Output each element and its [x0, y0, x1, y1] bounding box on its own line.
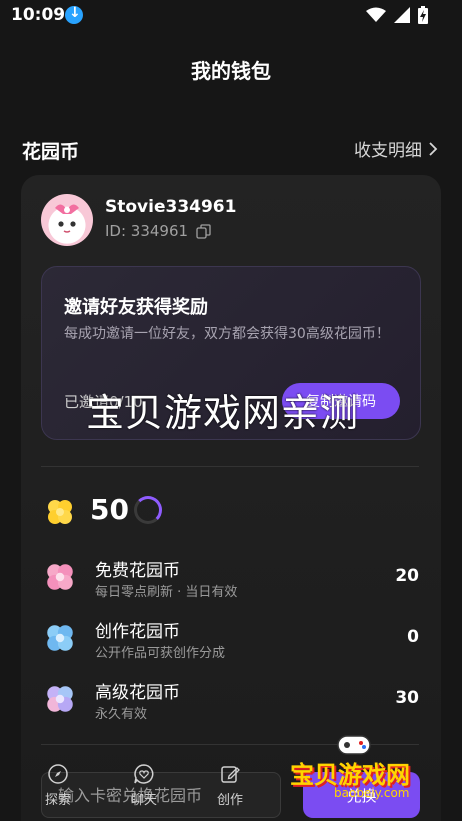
coin-flower-icon: [48, 500, 72, 524]
transaction-detail-link[interactable]: 收支明细: [354, 136, 438, 161]
coin-row-premium: 高级花园币 永久有效 30: [41, 678, 421, 732]
user-id: ID: 334961: [105, 222, 211, 240]
battery-icon: [418, 6, 428, 24]
nav-label: 探索: [44, 793, 71, 808]
nav-explore[interactable]: 探索: [28, 755, 88, 808]
status-icons: [366, 6, 428, 24]
chat-heart-icon: [134, 764, 154, 784]
coin-row-free: 免费花园币 每日零点刷新 · 当日有效 20: [41, 556, 421, 610]
free-coin-icon: [47, 564, 73, 590]
nav-label: 聊天: [130, 793, 157, 808]
watermark-logo-url: baobeiy.com: [334, 786, 410, 800]
chevron-right-icon: [429, 141, 438, 156]
section-title: 花园币: [22, 141, 80, 163]
nav-chat[interactable]: 聊天: [114, 755, 174, 808]
bottom-nav: 探索 聊天 创作: [0, 755, 290, 821]
premium-coin-icon: [47, 686, 73, 712]
watermark-logo-text: 宝贝游戏网: [290, 761, 410, 789]
creation-coin-icon: [47, 625, 73, 651]
divider: [41, 466, 419, 467]
username: Stovie334961: [105, 197, 237, 217]
avatar[interactable]: [41, 194, 93, 246]
nav-label: 创作: [216, 793, 243, 808]
coin-value: 20: [395, 566, 419, 586]
invite-description: 每成功邀请一位好友，双方都会获得30高级花园币！: [64, 326, 390, 342]
coin-name: 创作花园币: [95, 622, 180, 642]
copy-icon[interactable]: [196, 223, 211, 239]
user-id-text: ID: 334961: [105, 222, 189, 240]
signal-icon: [394, 7, 410, 23]
nav-create[interactable]: 创作: [200, 755, 260, 808]
status-time: 10:09: [11, 5, 66, 25]
wifi-icon: [366, 7, 386, 22]
coin-value: 30: [395, 688, 419, 708]
avatar-character-icon: [51, 204, 83, 240]
gamepad-icon: [337, 735, 371, 755]
coin-description: 永久有效: [95, 707, 148, 722]
detail-link-label: 收支明细: [354, 141, 422, 161]
total-balance: 50: [90, 493, 129, 526]
coin-description: 每日零点刷新 · 当日有效: [95, 585, 238, 600]
coin-name: 高级花园币: [95, 683, 180, 703]
watermark-logo: 宝贝游戏网 baobeiy.com: [290, 728, 450, 818]
loading-spinner-icon: [134, 496, 162, 524]
page-title: 我的钱包: [191, 59, 271, 83]
compass-icon: [48, 764, 68, 784]
invite-title: 邀请好友获得奖励: [64, 297, 208, 318]
coin-value: 0: [407, 627, 419, 647]
status-bar: 10:09: [0, 0, 462, 32]
edit-icon: [221, 766, 240, 783]
coin-description: 公开作品可获创作分成: [95, 646, 226, 661]
coin-name: 免费花园币: [95, 561, 180, 581]
watermark-text: 宝贝游戏网亲测: [86, 391, 360, 435]
download-icon: [65, 5, 83, 24]
coin-row-creation: 创作花园币 公开作品可获创作分成 0: [41, 617, 421, 671]
